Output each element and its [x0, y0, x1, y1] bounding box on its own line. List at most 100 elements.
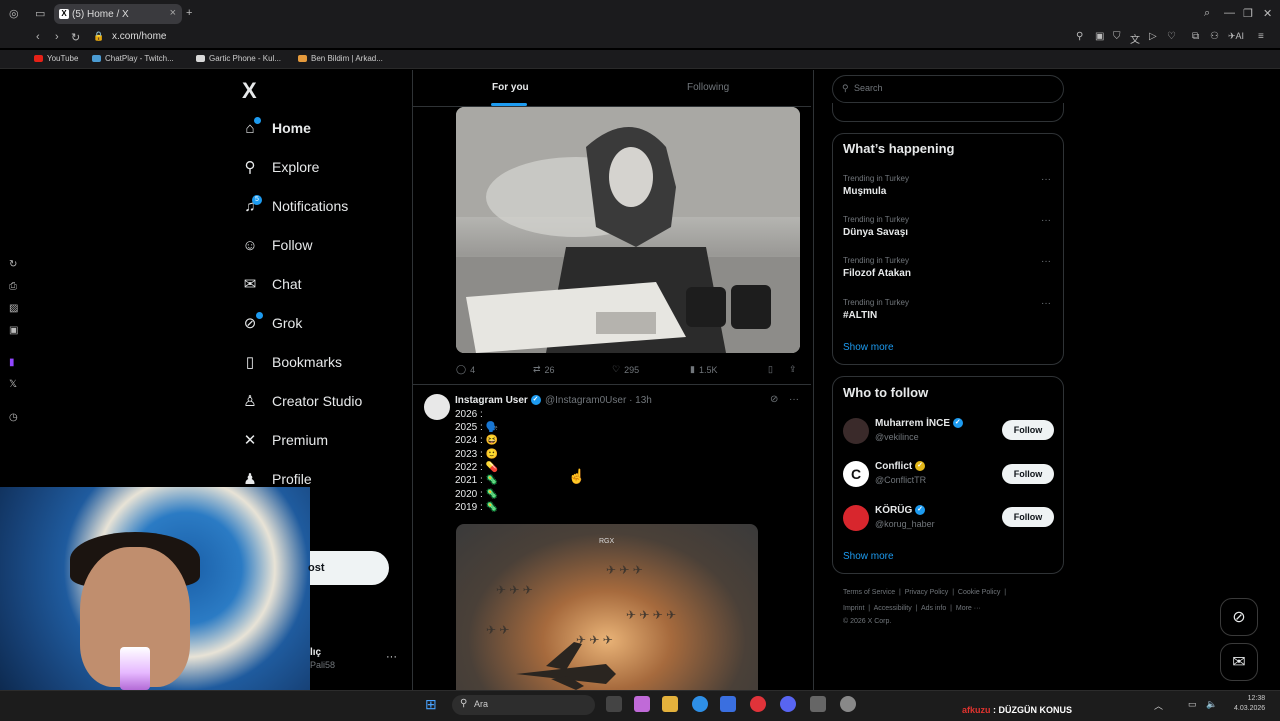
x-logo[interactable]: X	[242, 78, 257, 104]
taskbar-clock[interactable]: 12:38 4.03.2026	[1234, 694, 1265, 714]
nav-bookmarks[interactable]: ▯ Bookmarks	[242, 354, 342, 371]
trend-item[interactable]: Muşmula	[843, 186, 886, 197]
tray-chevron-icon[interactable]: ︿	[1154, 699, 1163, 712]
follow-button[interactable]: Follow	[1002, 507, 1054, 527]
file-explorer-icon[interactable]	[662, 696, 678, 712]
discord-icon[interactable]	[780, 696, 796, 712]
forward-icon[interactable]: ›	[55, 31, 59, 43]
profile-icon[interactable]: ⚇	[1210, 31, 1219, 42]
tweet-media-video[interactable]: RGX ✈ ✈ ✈ ✈ ✈ ✈ ✈ ✈ ✈ ✈ ✈ ✈ ✈ ✈ ✈	[456, 524, 758, 690]
trend-more-icon[interactable]: ···	[1041, 298, 1051, 309]
footer-link[interactable]: More ···	[956, 605, 981, 612]
nav-profile[interactable]: ♟ Profile	[242, 471, 311, 488]
app-icon[interactable]	[840, 696, 856, 712]
views-button[interactable]: ▮ 1.5K	[690, 364, 717, 375]
sidebar-app-icon[interactable]: ⎙	[9, 281, 17, 292]
footer-link[interactable]: Terms of Service	[843, 589, 895, 596]
search-tabs-icon[interactable]: ⌕	[1204, 7, 1210, 20]
store-icon[interactable]	[720, 696, 736, 712]
tab-for-you[interactable]: For you	[492, 82, 529, 93]
nav-creator-studio[interactable]: ♙ Creator Studio	[242, 393, 362, 410]
grok-floating-button[interactable]: ⊘	[1220, 598, 1258, 636]
messenger-icon[interactable]: ▣	[9, 325, 18, 336]
browser-logo-icon[interactable]: ◎	[9, 7, 19, 20]
tab-following[interactable]: Following	[687, 82, 729, 93]
tweet-author-name[interactable]: Instagram User ✓	[455, 395, 541, 406]
app-icon[interactable]	[810, 696, 826, 712]
like-button[interactable]: ♡ 295	[612, 364, 639, 375]
who-to-follow-show-more-link[interactable]: Show more	[843, 551, 894, 562]
reload-icon[interactable]: ↻	[71, 31, 80, 44]
browser-tab-home[interactable]: X (5) Home / X ×	[54, 4, 182, 24]
more-options-icon[interactable]: ···	[789, 394, 799, 405]
footer-link[interactable]: Ads info	[921, 605, 946, 612]
avatar[interactable]	[843, 418, 869, 444]
follow-button[interactable]: Follow	[1002, 464, 1054, 484]
windows-start-icon[interactable]: ⊞	[425, 696, 437, 713]
bookmark-youtube[interactable]: YouTube	[34, 54, 78, 63]
task-view-icon[interactable]	[606, 696, 622, 712]
network-icon[interactable]: ▭	[1188, 699, 1197, 710]
twitch-icon[interactable]: ▮	[9, 357, 15, 368]
bookmark-ben-bildim[interactable]: Ben Bildim | Arkad...	[298, 54, 383, 63]
trend-item[interactable]: Dünya Savaşı	[843, 227, 908, 238]
close-window-icon[interactable]: ✕	[1263, 7, 1272, 20]
nav-explore[interactable]: ⚲ Explore	[242, 159, 320, 176]
tab-overview-icon[interactable]: ▭	[35, 7, 45, 20]
maximize-icon[interactable]: ❐	[1243, 7, 1253, 20]
url-field[interactable]: x.com/home	[112, 31, 166, 42]
avatar[interactable]	[843, 505, 869, 531]
volume-icon[interactable]: 🔈	[1206, 699, 1217, 710]
avatar[interactable]	[424, 394, 450, 420]
opera-icon[interactable]	[750, 696, 766, 712]
reply-button[interactable]: ◯ 4	[456, 364, 475, 375]
post-button[interactable]: ost	[308, 551, 389, 585]
bookmark-button[interactable]: ▯	[768, 364, 773, 375]
close-tab-icon[interactable]: ×	[170, 7, 176, 19]
new-tab-icon[interactable]: +	[186, 7, 192, 19]
nav-premium[interactable]: ✕ Premium	[242, 432, 328, 449]
footer-link[interactable]: Imprint	[843, 605, 864, 612]
messages-floating-button[interactable]: ✉	[1220, 643, 1258, 681]
trend-item[interactable]: Filozof Atakan	[843, 268, 911, 279]
bookmark-gartic-phone[interactable]: Gartic Phone - Kul...	[196, 54, 281, 63]
footer-link[interactable]: Privacy Policy	[905, 589, 949, 596]
nav-chat[interactable]: ✉ Chat	[242, 276, 302, 293]
footer-link[interactable]: Accessibility	[874, 605, 912, 612]
account-menu-icon[interactable]: ···	[386, 651, 397, 663]
pin-icon[interactable]: ⚲	[1076, 31, 1083, 42]
trend-more-icon[interactable]: ···	[1041, 256, 1051, 267]
grok-explain-icon[interactable]: ⊘	[770, 394, 778, 405]
share-button[interactable]: ⇪	[789, 364, 797, 375]
heart-icon[interactable]: ♡	[1167, 31, 1176, 42]
suggested-user-name[interactable]: Muharrem İNCE ✓	[875, 418, 963, 429]
trend-item[interactable]: #ALTIN	[843, 310, 877, 321]
clock-icon[interactable]: ◷	[9, 412, 18, 423]
x-app-icon[interactable]: 𝕏	[9, 379, 17, 390]
ai-icon[interactable]: ✈AI	[1228, 31, 1244, 42]
notes-icon[interactable]: ▨	[9, 303, 18, 314]
history-icon[interactable]: ↻	[9, 259, 17, 270]
menu-icon[interactable]: ≡	[1258, 31, 1264, 42]
follow-button[interactable]: Follow	[1002, 420, 1054, 440]
back-icon[interactable]: ‹	[36, 31, 40, 43]
minimize-icon[interactable]: —	[1224, 7, 1235, 19]
avatar[interactable]: C	[843, 461, 869, 487]
nav-home[interactable]: ⌂ Home	[242, 120, 310, 137]
footer-link[interactable]: Cookie Policy	[958, 589, 1000, 596]
nav-grok[interactable]: ⊘ Grok	[242, 315, 303, 332]
screenshot-icon[interactable]: ▣	[1095, 31, 1104, 42]
tweet-media-photo[interactable]	[456, 107, 800, 353]
tweet-author-handle[interactable]: @Instagram0User · 13h	[545, 395, 652, 406]
shield-icon[interactable]: ⛉	[1113, 31, 1121, 42]
repost-button[interactable]: ⇄ 26	[533, 364, 555, 375]
bookmark-chatplay[interactable]: ChatPlay - Twitch...	[92, 54, 174, 63]
trend-more-icon[interactable]: ···	[1041, 174, 1051, 185]
edge-icon[interactable]	[692, 696, 708, 712]
suggested-user-name[interactable]: Conflict ✓	[875, 461, 925, 472]
copilot-icon[interactable]	[634, 696, 650, 712]
trend-more-icon[interactable]: ···	[1041, 215, 1051, 226]
extensions-icon[interactable]: ⧉	[1192, 31, 1199, 42]
account-name[interactable]: lıç	[310, 647, 321, 658]
trends-show-more-link[interactable]: Show more	[843, 342, 894, 353]
